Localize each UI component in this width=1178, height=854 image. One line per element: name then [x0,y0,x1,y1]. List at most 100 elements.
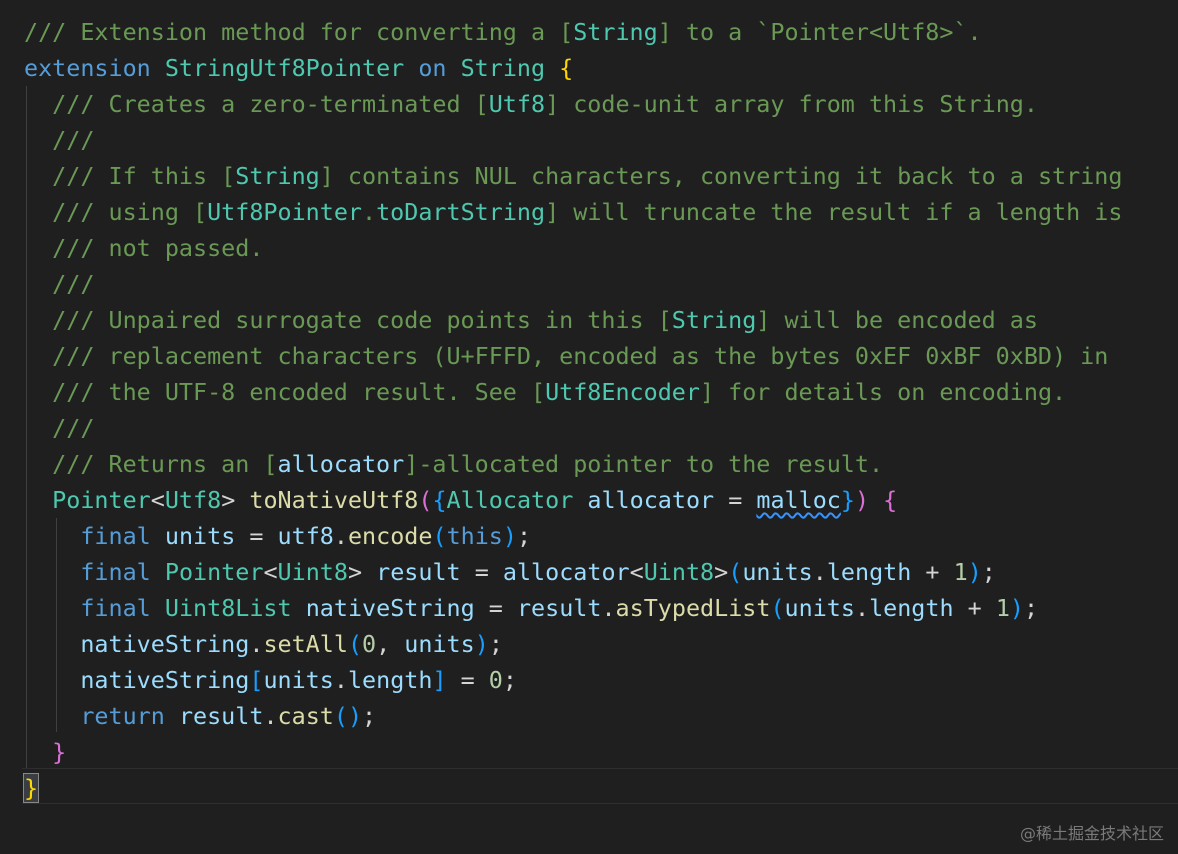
code-token-ref: Utf8 [488,90,546,118]
code-token-comment: ] to a `Pointer<Utf8>`. [657,18,982,46]
code-token-paren-blue: ) [1009,594,1024,622]
code-line[interactable]: /// Returns an [allocator]-allocated poi… [24,446,883,482]
code-line[interactable]: } [22,770,40,806]
code-token-number: 0 [488,666,503,694]
code-line[interactable]: /// Extension method for converting a [S… [24,14,982,50]
code-token-comment: /// not passed. [24,234,264,262]
code-token-ref: String [235,162,320,190]
code-token-var: utf8 [277,522,334,550]
code-token-plain: < [629,558,644,586]
code-line[interactable]: /// Unpaired surrogate code points in th… [24,302,1038,338]
code-token-paren-gold: { [559,54,574,82]
code-token-var: units [164,522,236,550]
code-token-var: allocator [502,558,630,586]
code-token-ref: Utf8Pointer [207,198,362,226]
code-token-func: encode [347,522,433,550]
code-line[interactable]: /// not passed. [24,230,263,266]
code-line[interactable]: Pointer<Utf8> toNativeUtf8({Allocator al… [24,482,897,518]
code-token-var: result [516,594,602,622]
code-token-keyword: on [404,54,461,82]
code-token-var: length [826,558,912,586]
code-token-var: nativeString [305,594,475,622]
code-line[interactable]: nativeString.setAll(0, units); [24,626,503,662]
code-token-plain: > [221,486,250,514]
code-token-type: Utf8 [164,486,222,514]
code-token-number: 0 [362,630,377,658]
code-token-paren-blue: ( [347,630,363,658]
code-token-plain: + [911,558,954,586]
code-line[interactable]: final units = utf8.encode(this); [24,518,531,554]
code-token-var: units [404,630,475,658]
code-token-func: cast [277,702,334,730]
code-token-plain: . [601,594,616,622]
code-token-comment: /// Creates a zero-terminated [ [24,90,489,118]
code-token-var: allocator [277,450,405,478]
code-token-paren-blue: ) [474,630,489,658]
code-token-var: result [376,558,461,586]
watermark: @稀土掘金技术社区 [1019,824,1164,843]
code-line[interactable]: return result.cast(); [24,698,376,734]
code-token-plain: = [235,522,278,550]
code-token-plain: = [460,558,503,586]
code-editor[interactable]: /// Extension method for converting a [S… [0,0,1178,854]
code-token-comment: /// If this [ [24,162,236,190]
code-token-plain: < [263,558,278,586]
code-token-comment: ] will truncate the result if a length i… [545,198,1123,226]
code-token-plain: . [333,522,348,550]
code-line[interactable]: /// Creates a zero-terminated [Utf8] cod… [24,86,1038,122]
code-token-var: allocator [587,486,715,514]
code-token-plain: ; [488,630,503,658]
code-token-brace-match: } [22,773,40,803]
code-line[interactable]: final Uint8List nativeString = result.as… [24,590,1038,626]
code-token-paren-pink: } [52,738,67,766]
code-token-paren-blue: ( [770,594,785,622]
code-token-plain: . [263,702,278,730]
code-token-plain: < [150,486,165,514]
code-token-keyword: final [80,594,151,622]
code-token-var: units [263,666,334,694]
code-token-plain: ; [981,558,996,586]
code-line[interactable]: /// using [Utf8Pointer.toDartString] wil… [24,194,1122,230]
code-token-comment: ] code-unit array from this String. [545,90,1038,118]
code-token-comment: /// replacement characters (U+FFFD, enco… [24,342,1109,370]
code-token-keyword: return [80,702,165,730]
code-token-type: Pointer [52,486,151,514]
code-token-plain: > [714,558,729,586]
code-line[interactable]: /// [24,122,94,158]
code-token-keyword: final [80,558,151,586]
code-token-plain: = [446,666,489,694]
code-line[interactable]: } [24,734,66,770]
code-line[interactable]: /// the UTF-8 encoded result. See [Utf8E… [24,374,1066,410]
code-line[interactable]: /// [24,266,94,302]
code-token-type: Allocator [446,486,574,514]
code-line[interactable]: /// replacement characters (U+FFFD, enco… [24,338,1108,374]
code-line[interactable]: nativeString[units.length] = 0; [24,662,517,698]
code-token-plain: = [474,594,517,622]
code-token-ref: String [573,18,658,46]
code-token-comment: ] contains NUL characters, converting it… [319,162,1123,190]
current-line-highlight [22,768,1178,804]
code-token-paren-pink: ) [854,486,870,514]
code-token-plain: . [249,630,264,658]
code-token-plain: . [333,666,348,694]
code-token-paren-pink: { [883,486,898,514]
code-token-plain: ; [502,666,517,694]
code-token-type: Pointer [164,558,264,586]
code-line[interactable]: /// [24,410,94,446]
code-line[interactable]: extension StringUtf8Pointer on String { [24,50,573,86]
code-token-ref: Utf8Encoder [545,378,700,406]
code-line[interactable]: final Pointer<Uint8> result = allocator<… [24,554,996,590]
code-line[interactable]: /// If this [String] contains NUL charac… [24,158,1122,194]
